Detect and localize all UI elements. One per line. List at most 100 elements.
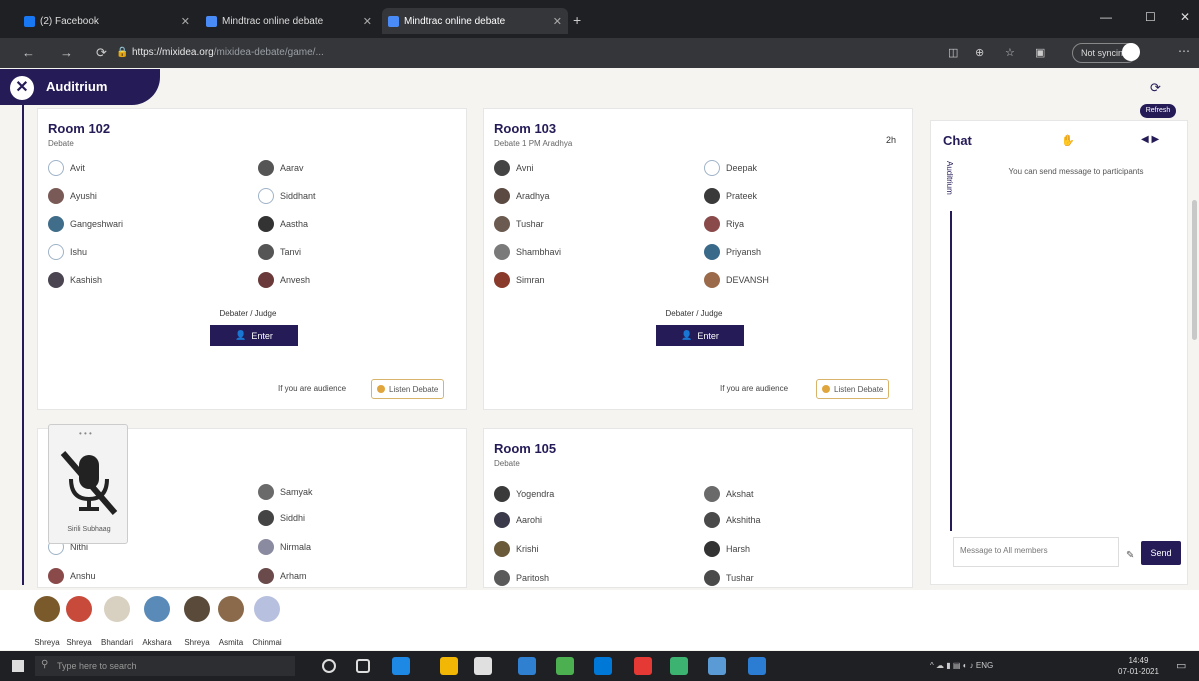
search-icon: ⚲ bbox=[41, 659, 49, 670]
avatar bbox=[48, 568, 64, 584]
participant: Ayushi bbox=[48, 187, 97, 205]
star-icon[interactable]: ☆ bbox=[1005, 46, 1015, 59]
tab-close-icon[interactable]: ✕ bbox=[181, 15, 190, 28]
cortana-icon[interactable] bbox=[322, 659, 336, 673]
avatar bbox=[254, 596, 280, 622]
avatar bbox=[704, 244, 720, 260]
page-scrollbar[interactable] bbox=[1192, 200, 1197, 340]
audience-member[interactable]: Akshara bbox=[140, 596, 174, 648]
avatar bbox=[704, 512, 720, 528]
notification-icon[interactable]: ▭ bbox=[1176, 659, 1186, 672]
avatar bbox=[494, 244, 510, 260]
participant: Shambhavi bbox=[494, 243, 561, 261]
audience-member[interactable]: Asmita bbox=[214, 596, 248, 648]
listen-debate-button[interactable]: Listen Debate bbox=[371, 379, 445, 399]
maximize-icon[interactable]: ☐ bbox=[1145, 10, 1156, 24]
app-icon[interactable] bbox=[748, 657, 766, 675]
audience-member[interactable]: Bhandari bbox=[100, 596, 134, 648]
browser-tab-debate-1[interactable]: Mindtrac online debate ✕ bbox=[200, 8, 378, 34]
url-field[interactable]: https://mixidea.org/mixidea-debate/game/… bbox=[132, 44, 932, 62]
avatar bbox=[494, 188, 510, 204]
minimize-icon[interactable]: — bbox=[1100, 10, 1112, 24]
participant: Aastha bbox=[258, 215, 308, 233]
drag-handle[interactable]: • • • bbox=[79, 429, 92, 438]
taskbar-clock[interactable]: 14:49 07-01-2021 bbox=[1118, 655, 1159, 677]
enter-button[interactable]: 👤 Enter bbox=[656, 325, 744, 346]
task-view-icon[interactable] bbox=[356, 659, 370, 673]
send-button[interactable]: Send bbox=[1141, 541, 1181, 565]
video-username: Sirili Subhaag bbox=[67, 526, 111, 533]
avatar bbox=[66, 596, 92, 622]
participant: Nirmala bbox=[258, 538, 311, 556]
browser-tab-debate-2[interactable]: Mindtrac online debate ✕ bbox=[382, 8, 568, 34]
enter-button[interactable]: 👤 Enter bbox=[210, 325, 298, 346]
room-card-102: Room 102 Debate Avit Aarav Ayushi Siddha… bbox=[37, 108, 467, 410]
tab-close-icon[interactable]: ✕ bbox=[363, 15, 372, 28]
reload-icon[interactable]: ⟳ bbox=[96, 45, 107, 61]
audience-strip: Shreya Shreya Bhandari Akshara Shreya As… bbox=[0, 590, 1199, 650]
collections-icon[interactable]: ▣ bbox=[1035, 46, 1045, 59]
browser-tab-facebook[interactable]: (2) Facebook ✕ bbox=[18, 8, 196, 34]
chat-toggle-icon[interactable]: ◀ ▶ bbox=[1141, 134, 1159, 145]
edge-icon[interactable] bbox=[594, 657, 612, 675]
chat-tab-auditrium[interactable]: Auditrium bbox=[945, 161, 954, 195]
participant: Prateek bbox=[704, 187, 757, 205]
refresh-icon[interactable]: ⟳ bbox=[1150, 80, 1161, 96]
window-close-icon[interactable]: ✕ bbox=[1180, 10, 1190, 24]
participant: Avit bbox=[48, 159, 85, 177]
forward-icon[interactable]: → bbox=[60, 45, 73, 60]
more-menu-icon[interactable]: ⋯ bbox=[1178, 44, 1190, 58]
audience-member[interactable]: Shreya bbox=[180, 596, 214, 648]
audience-member[interactable]: Shreya bbox=[62, 596, 96, 648]
windows-start-icon[interactable] bbox=[12, 660, 24, 672]
participant: Gangeshwari bbox=[48, 215, 123, 233]
avatar bbox=[258, 568, 274, 584]
lock-icon: 🔒 bbox=[116, 47, 129, 58]
close-icon[interactable]: ✕ bbox=[10, 76, 34, 100]
participant: Anvesh bbox=[258, 271, 310, 289]
app-icon[interactable] bbox=[634, 657, 652, 675]
extension-icon[interactable]: ◫ bbox=[948, 46, 958, 59]
new-tab-icon[interactable]: + bbox=[573, 12, 581, 28]
profile-avatar[interactable] bbox=[1122, 43, 1140, 61]
ear-icon bbox=[822, 385, 830, 393]
audience-note: If you are audience bbox=[720, 384, 789, 393]
chat-message-input[interactable]: Message to All members bbox=[953, 537, 1119, 567]
mic-off-icon bbox=[60, 451, 118, 515]
chat-title: Chat bbox=[943, 133, 972, 148]
file-explorer-icon[interactable] bbox=[440, 657, 458, 675]
wave-hand-icon[interactable]: ✋ bbox=[1061, 134, 1075, 147]
avatar bbox=[258, 160, 274, 176]
room-badge: 2h bbox=[885, 135, 896, 145]
avatar bbox=[494, 160, 510, 176]
store-icon[interactable] bbox=[474, 657, 492, 675]
tab-close-icon[interactable]: ✕ bbox=[553, 15, 562, 28]
site-icon bbox=[388, 15, 399, 27]
back-icon[interactable]: ← bbox=[22, 45, 35, 60]
judge-label: Debater / Judge bbox=[665, 309, 723, 318]
participant: Paritosh bbox=[494, 569, 549, 587]
room-subtitle: Debate bbox=[48, 139, 74, 148]
participant: Anshu bbox=[48, 567, 96, 585]
zoom-icon[interactable]: ⊕ bbox=[975, 46, 984, 59]
listen-debate-button[interactable]: Listen Debate bbox=[816, 379, 890, 399]
person-icon: 👤 bbox=[681, 330, 693, 340]
refresh-button[interactable]: Refresh bbox=[1140, 104, 1176, 118]
pen-icon[interactable]: ✎ bbox=[1126, 550, 1134, 561]
video-popover[interactable]: • • • Sirili Subhaag bbox=[48, 424, 128, 544]
participant: Tushar bbox=[494, 215, 544, 233]
avatar bbox=[104, 596, 130, 622]
audience-member[interactable]: Chinmai bbox=[250, 596, 284, 648]
participant: Samyak bbox=[258, 483, 313, 501]
participant: Arham bbox=[258, 567, 307, 585]
browser-tab-bar: (2) Facebook ✕ Mindtrac online debate ✕ … bbox=[0, 0, 1199, 38]
avatar bbox=[494, 486, 510, 502]
app-icon[interactable] bbox=[670, 657, 688, 675]
system-tray-icon[interactable]: ^ ☁ ▮ ▤ ◐ ♪ ENG bbox=[930, 661, 993, 670]
app-icon[interactable] bbox=[708, 657, 726, 675]
taskbar-search-input[interactable]: Type here to search bbox=[35, 656, 295, 676]
chrome-icon[interactable] bbox=[556, 657, 574, 675]
app-icon[interactable] bbox=[518, 657, 536, 675]
app-icon[interactable] bbox=[392, 657, 410, 675]
avatar bbox=[494, 272, 510, 288]
